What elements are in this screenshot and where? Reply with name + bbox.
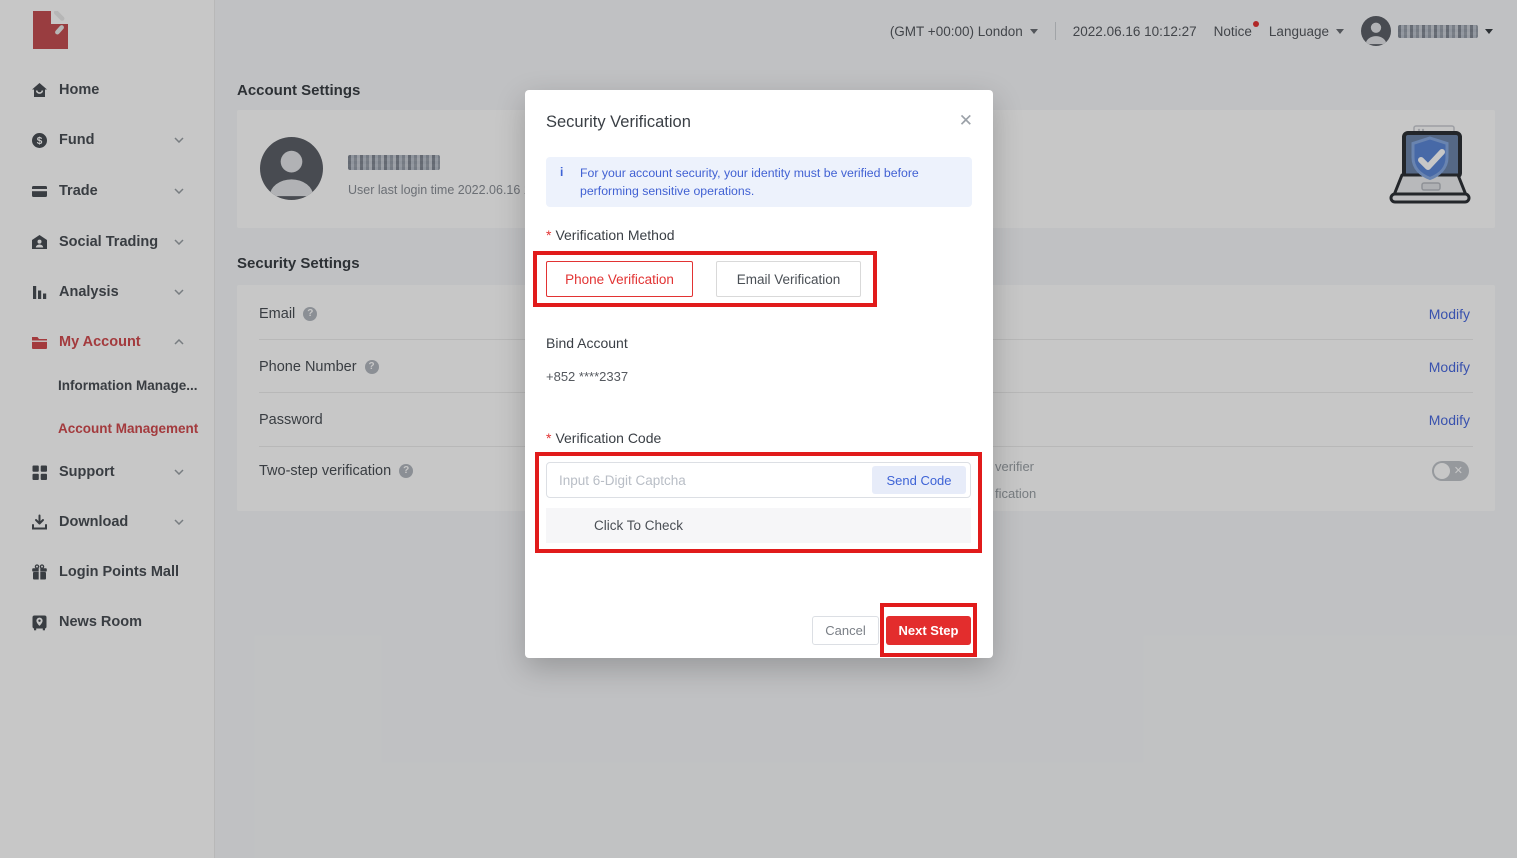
info-banner: i For your account security, your identi… <box>546 157 972 207</box>
cancel-button[interactable]: Cancel <box>812 616 879 645</box>
bind-account-value: +852 ****2337 <box>546 369 628 384</box>
captcha-input[interactable] <box>547 463 867 497</box>
verification-code-label: *Verification Code <box>546 430 661 446</box>
security-verification-modal: Security Verification ✕ i For your accou… <box>525 90 993 658</box>
app-root: Home $ Fund Trade Social Trading <box>0 0 1517 858</box>
send-code-button[interactable]: Send Code <box>872 466 966 494</box>
required-asterisk: * <box>546 227 551 243</box>
click-to-check-captcha[interactable]: Click To Check <box>546 508 971 543</box>
captcha-input-wrap: Send Code <box>546 462 971 498</box>
required-asterisk: * <box>546 430 551 446</box>
info-banner-text: For your account security, your identity… <box>580 164 952 200</box>
close-icon[interactable]: ✕ <box>959 111 973 131</box>
next-step-button[interactable]: Next Step <box>886 616 971 645</box>
bind-account-label: Bind Account <box>546 335 628 351</box>
email-verification-button[interactable]: Email Verification <box>716 261 861 297</box>
info-icon: i <box>560 165 563 179</box>
phone-verification-button[interactable]: Phone Verification <box>546 261 693 297</box>
verification-method-label: *Verification Method <box>546 227 675 243</box>
modal-title: Security Verification <box>546 113 691 132</box>
